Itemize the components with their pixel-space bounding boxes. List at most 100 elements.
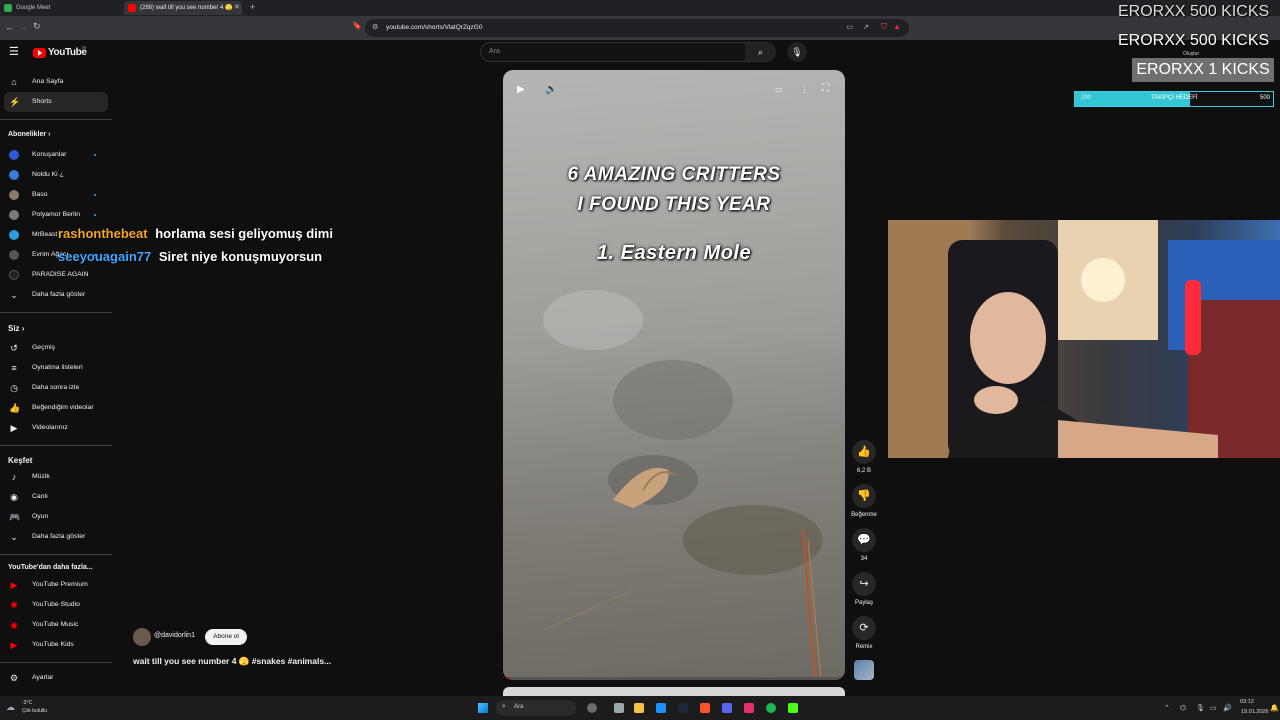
sidebar-show-more[interactable]: ⌄ Daha fazla göster [0, 285, 104, 305]
subscriptions-header[interactable]: Abonelikler › [8, 131, 50, 138]
sidebar-explore-show-more[interactable]: ⌄ Daha fazla göster [0, 527, 104, 547]
video-frame-soil [542, 290, 823, 680]
display-icon[interactable]: ▭ [1210, 704, 1217, 712]
kick-icon[interactable] [788, 703, 798, 713]
microphone-tray-icon[interactable]: 🎙 [1196, 704, 1205, 712]
volume-tray-icon[interactable]: 🔊 [1223, 704, 1232, 712]
clock-time[interactable]: 03:12 [1240, 699, 1254, 705]
sidebar-item-liked-videos[interactable]: 👍 Beğendiğim videolar [0, 398, 104, 418]
close-tab-icon[interactable]: ✕ [234, 4, 240, 11]
captions-icon[interactable]: ▭ [775, 85, 783, 94]
play-icon[interactable]: ▶ [517, 84, 525, 95]
avatar[interactable] [133, 628, 151, 646]
sidebar-item-label: Konuşanlar [32, 151, 67, 158]
weather-description[interactable]: Çok bulutlu [22, 708, 47, 714]
discord-icon[interactable] [722, 703, 732, 713]
thumbs-up-icon: 👍 [9, 403, 21, 413]
explore-header: Keşfet [8, 456, 33, 465]
like-button[interactable]: 👍 6,2 B [849, 440, 879, 474]
back-icon[interactable]: ← [5, 23, 14, 32]
goal-target: 500 [1260, 95, 1271, 101]
video-title[interactable]: wait till you see number 4 🫣 #snakes #an… [133, 656, 331, 667]
sidebar-item-subscription[interactable]: Baso [0, 185, 104, 205]
voice-search-button[interactable]: 🎙 [787, 42, 807, 62]
sidebar-item-gaming[interactable]: 🎮 Oyun [0, 507, 104, 527]
tab-google-meet[interactable]: Google Meet [0, 1, 120, 15]
instagram-icon[interactable] [744, 703, 754, 713]
sidebar-item-label: PARADISE AGAIN [32, 271, 89, 278]
steam-icon[interactable] [678, 703, 688, 713]
sidebar-item-subscription[interactable]: Polyamor Berlin [0, 205, 104, 225]
google-meet-favicon [4, 4, 12, 12]
reload-icon[interactable]: ↻ [33, 22, 41, 31]
shorts-video-player[interactable]: ▶ 🔊 ▭ ⋮ ⛶ 6 AMAZING CRITTERS I FOUND THI… [503, 70, 845, 680]
sidebar-item-live[interactable]: ◉ Canlı [0, 487, 104, 507]
site-info-icon[interactable]: ⚙ [372, 24, 378, 31]
cast-icon[interactable]: ▭ [846, 24, 853, 31]
you-header[interactable]: Siz › [8, 324, 24, 333]
comments-button[interactable]: 💬 34 [849, 528, 879, 562]
more-options-icon[interactable]: ⋮ [800, 84, 809, 95]
sidebar-item-label: YouTube Music [32, 621, 79, 628]
edge-icon[interactable] [656, 703, 666, 713]
sidebar-item-subscription[interactable]: PARADISE AGAIN [0, 265, 104, 285]
forward-icon[interactable]: → [19, 23, 28, 32]
search-button[interactable]: ⌕ [745, 43, 776, 61]
comment-icon: 💬 [852, 528, 876, 552]
brave-shield-icon[interactable]: ⛉ [881, 23, 887, 31]
sidebar-item-label: YouTube Kids [32, 641, 74, 648]
brave-rewards-icon[interactable]: ▲ [893, 23, 901, 31]
sidebar-item-your-videos[interactable]: ▶ Videolarınız [0, 418, 104, 438]
search-input[interactable]: Ara [489, 48, 500, 55]
sidebar-item-youtube-music[interactable]: ◉ YouTube Music [0, 615, 104, 635]
weather-temp[interactable]: -3°C [22, 700, 32, 706]
copilot-icon[interactable] [587, 703, 597, 713]
tab-title: (288) wait till you see number 4 🫣 [140, 5, 233, 11]
sidebar-item-watch-later[interactable]: ◷ Daha sonra izle [0, 378, 104, 398]
sidebar-item-history[interactable]: ↺ Geçmiş [0, 338, 104, 358]
channel-name[interactable]: @davidorlin1 [154, 632, 195, 639]
notification-bell-icon[interactable]: 🔔 [1270, 704, 1279, 712]
task-view-icon[interactable] [614, 703, 624, 713]
sidebar-item-settings[interactable]: ⚙ Ayarlar [0, 668, 104, 688]
dislike-button[interactable]: 👎 Beğenme [849, 484, 879, 518]
sidebar-item-shorts[interactable]: ⚡ Shorts [4, 92, 108, 112]
sidebar-item-subscription[interactable]: Noldu Ki ¿ [0, 165, 104, 185]
brave-icon[interactable] [700, 703, 710, 713]
search-box[interactable]: Ara ⌕ [480, 42, 776, 62]
sound-thumbnail[interactable] [854, 660, 874, 680]
share-button[interactable]: ↪ Paylaş [849, 572, 879, 606]
file-explorer-icon[interactable] [634, 703, 644, 713]
sidebar-item-youtube-premium[interactable]: ▶ YouTube Premium [0, 575, 104, 595]
bookmark-icon[interactable]: 🔖 [352, 22, 362, 30]
subscribe-button[interactable]: Abone ol [205, 629, 247, 645]
sidebar-item-subscription[interactable]: Konuşanlar [0, 145, 104, 165]
progress-track[interactable] [503, 677, 845, 680]
tab-title: Google Meet [16, 5, 51, 11]
playlist-icon: ≡ [11, 363, 17, 373]
volume-icon[interactable]: 🔊 [545, 84, 557, 95]
youtube-kids-icon: ▶ [10, 640, 18, 650]
spotify-icon[interactable] [766, 703, 776, 713]
sidebar-item-music[interactable]: ♪ Müzik [0, 467, 104, 487]
address-bar[interactable]: ⚙ youtube.com/shorts/VlatQrZqzG0 ▭ ↗ ⛉ ▲ [365, 19, 909, 37]
clock-date[interactable]: 19.01.2026 [1241, 709, 1269, 715]
new-tab-icon[interactable]: + [250, 3, 255, 12]
share-page-icon[interactable]: ↗ [863, 24, 869, 31]
sidebar: ⌂ Ana Sayfa ⚡ Shorts Abonelikler › Konuşan… [0, 40, 112, 720]
sidebar-item-home[interactable]: ⌂ Ana Sayfa [0, 72, 104, 92]
sidebar-item-label: Beğendiğim videolar [32, 404, 94, 411]
chat-text: horlama sesi geliyomuş dimi [155, 226, 333, 241]
start-button[interactable] [478, 703, 488, 713]
tray-overflow-icon[interactable]: ⌃ [1164, 704, 1170, 712]
tab-youtube-short[interactable]: (288) wait till you see number 4 🫣 [124, 1, 242, 15]
network-icon[interactable]: ⌬ [1180, 704, 1186, 712]
taskbar-search[interactable]: ⌕ Ara [496, 700, 576, 716]
remix-button[interactable]: ⟳ Remix [849, 616, 879, 650]
sidebar-item-youtube-studio[interactable]: ✱ YouTube Studio [0, 595, 104, 615]
create-label[interactable]: Oluştur [1183, 51, 1199, 57]
sidebar-item-playlists[interactable]: ≡ Oynatma listeleri [0, 358, 104, 378]
fullscreen-icon[interactable]: ⛶ [822, 83, 829, 94]
next-short-preview[interactable] [503, 687, 845, 696]
sidebar-item-youtube-kids[interactable]: ▶ YouTube Kids [0, 635, 104, 655]
